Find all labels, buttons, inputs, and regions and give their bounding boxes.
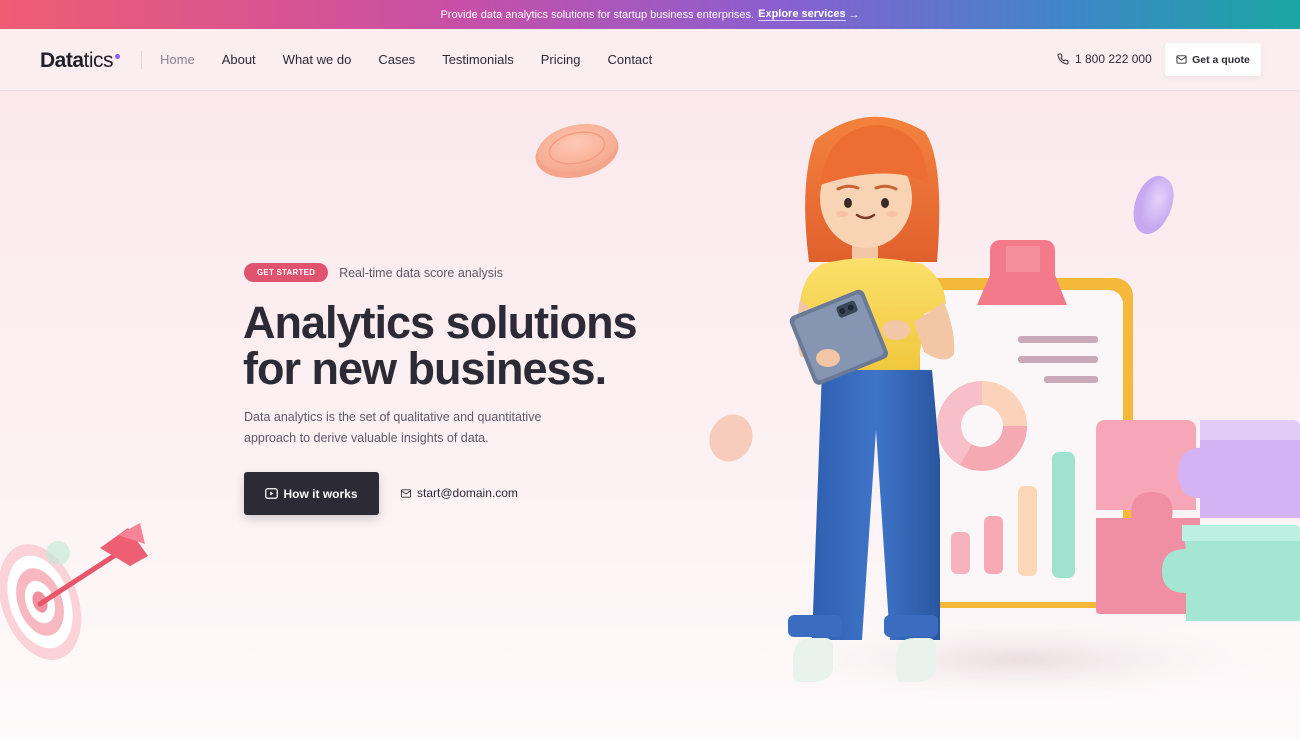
logo-bold: Data <box>40 49 84 72</box>
main-nav: Home About What we do Cases Testimonials… <box>160 52 679 67</box>
nav-contact[interactable]: Contact <box>607 52 652 67</box>
explore-services-link[interactable]: Explore services <box>758 8 846 21</box>
logo[interactable]: Datatics <box>40 49 121 73</box>
mail-icon <box>1176 55 1187 64</box>
nav-pricing[interactable]: Pricing <box>541 52 581 67</box>
nav-testimonials[interactable]: Testimonials <box>442 52 514 67</box>
hero-description: Data analytics is the set of qualitative… <box>244 410 542 445</box>
how-it-works-label: How it works <box>283 486 358 501</box>
headline-line-2-prefix: for new <box>243 343 408 394</box>
email-address: start@domain.com <box>417 486 518 500</box>
phone-link[interactable]: 1 800 222 000 <box>1057 52 1152 66</box>
get-quote-label: Get a quote <box>1192 53 1250 66</box>
nav-cases[interactable]: Cases <box>378 52 415 67</box>
site-header: Datatics Home About What we do Cases Tes… <box>0 29 1300 91</box>
promo-text: Provide data analytics solutions for sta… <box>440 8 755 21</box>
nav-what-we-do[interactable]: What we do <box>283 52 352 67</box>
logo-dot <box>115 54 121 59</box>
hero-subtitle: Real-time data score analysis <box>339 265 504 280</box>
nav-about[interactable]: About <box>222 52 256 67</box>
play-icon <box>265 488 279 499</box>
headline-line-1: Analytics solutions <box>243 297 638 348</box>
nav-home[interactable]: Home <box>160 52 195 67</box>
headline-highlight: business. <box>407 343 608 394</box>
logo-light: tics <box>83 49 114 72</box>
how-it-works-button[interactable]: How it works <box>244 472 379 515</box>
arrow-right-icon: → <box>848 8 860 21</box>
logo-divider <box>141 51 142 69</box>
mail-icon <box>400 488 412 498</box>
promo-bar: Provide data analytics solutions for sta… <box>0 0 1300 29</box>
headline-line-2: for new business. <box>243 346 637 392</box>
hero-headline: Analytics solutions for new business. <box>243 297 638 392</box>
hero-badge-row: GET STARTED Real-time data score analysi… <box>244 263 503 282</box>
phone-icon <box>1057 53 1069 65</box>
get-started-badge[interactable]: GET STARTED <box>244 263 329 282</box>
hero-section <box>0 91 1300 739</box>
email-link[interactable]: start@domain.com <box>400 486 518 500</box>
phone-number: 1 800 222 000 <box>1075 52 1152 66</box>
get-quote-button[interactable]: Get a quote <box>1165 43 1261 76</box>
